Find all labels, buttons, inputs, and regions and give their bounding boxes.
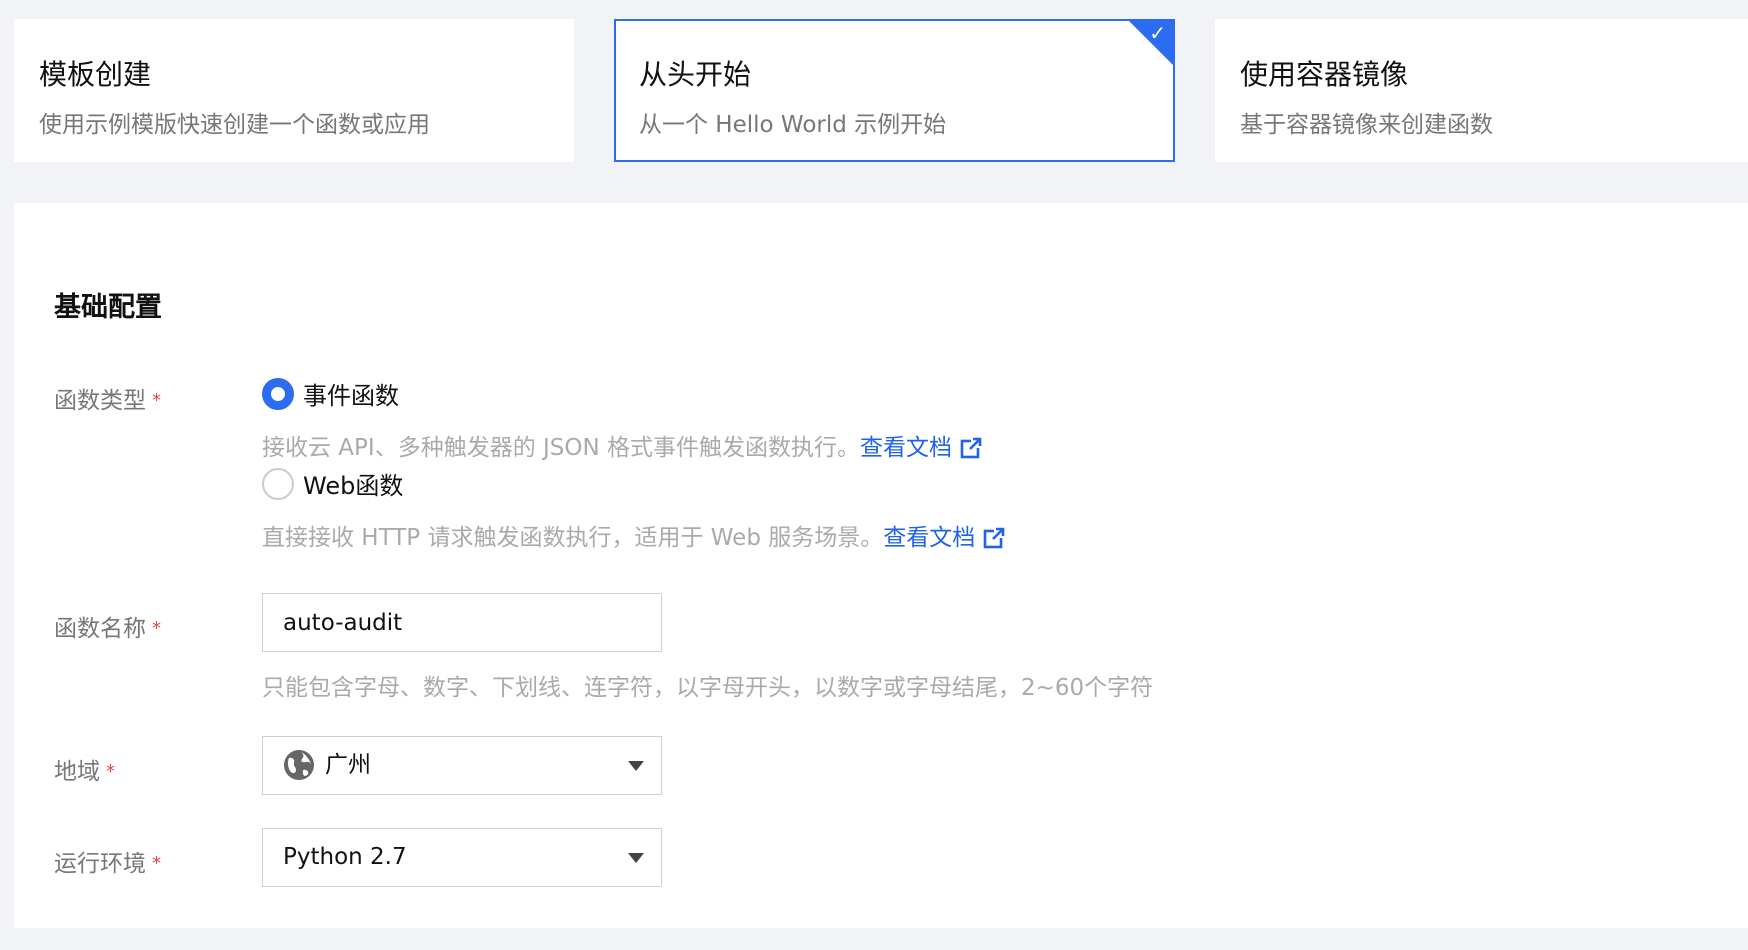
mode-card-desc: 基于容器镜像来创建函数 <box>1240 112 1493 138</box>
view-docs-link[interactable]: 查看文档 <box>860 435 983 461</box>
runtime-select[interactable]: Python 2.7 <box>262 828 662 887</box>
required-mark: * <box>152 618 161 639</box>
required-mark: * <box>106 761 115 782</box>
runtime-value: Python 2.7 <box>283 844 407 870</box>
function-name-label: 函数名称 * <box>54 616 161 642</box>
mode-card-from-scratch[interactable]: 从头开始 从一个 Hello World 示例开始 ✓ <box>614 19 1175 162</box>
region-value: 广州 <box>325 752 371 778</box>
web-function-hint: 直接接收 HTTP 请求触发函数执行，适用于 Web 服务场景。查看文档 <box>262 518 1006 552</box>
required-mark: * <box>152 390 161 411</box>
view-docs-link[interactable]: 查看文档 <box>883 525 1006 551</box>
radio-event-function[interactable]: 事件函数 <box>262 376 399 411</box>
function-name-field[interactable] <box>262 593 662 652</box>
mode-card-desc: 从一个 Hello World 示例开始 <box>639 112 947 138</box>
section-title: 基础配置 <box>54 292 162 323</box>
external-link-icon[interactable] <box>960 437 983 459</box>
region-label: 地域 * <box>54 759 115 785</box>
mode-card-desc: 使用示例模版快速创建一个函数或应用 <box>39 112 430 138</box>
runtime-label: 运行环境 * <box>54 851 161 877</box>
check-icon: ✓ <box>1149 21 1166 45</box>
radio-label: 事件函数 <box>303 382 399 410</box>
mode-card-template[interactable]: 模板创建 使用示例模版快速创建一个函数或应用 <box>14 19 574 162</box>
radio-label: Web函数 <box>303 472 404 500</box>
required-mark: * <box>152 853 161 874</box>
globe-icon <box>284 750 314 780</box>
mode-card-container-image[interactable]: 使用容器镜像 基于容器镜像来创建函数 <box>1215 19 1748 162</box>
mode-card-title: 模板创建 <box>39 58 152 91</box>
function-name-hint: 只能包含字母、数字、下划线、连字符，以字母开头，以数字或字母结尾，2~60个字符 <box>262 675 1154 701</box>
function-type-label: 函数类型 * <box>54 388 161 414</box>
event-function-hint: 接收云 API、多种触发器的 JSON 格式事件触发函数执行。查看文档 <box>262 428 983 462</box>
basic-config-panel: 基础配置 函数类型 * 事件函数 接收云 API、多种触发器的 JSON 格式事件… <box>14 203 1748 928</box>
function-name-input[interactable] <box>263 594 661 651</box>
mode-card-title: 使用容器镜像 <box>1240 58 1409 91</box>
radio-web-function[interactable]: Web函数 <box>262 466 403 501</box>
region-select[interactable]: 广州 <box>262 736 662 795</box>
mode-card-title: 从头开始 <box>639 58 752 91</box>
chevron-down-icon[interactable] <box>628 761 644 771</box>
external-link-icon[interactable] <box>983 527 1006 549</box>
chevron-down-icon[interactable] <box>628 853 644 863</box>
radio-unchecked-icon[interactable] <box>262 467 294 500</box>
radio-checked-icon[interactable] <box>262 377 294 410</box>
